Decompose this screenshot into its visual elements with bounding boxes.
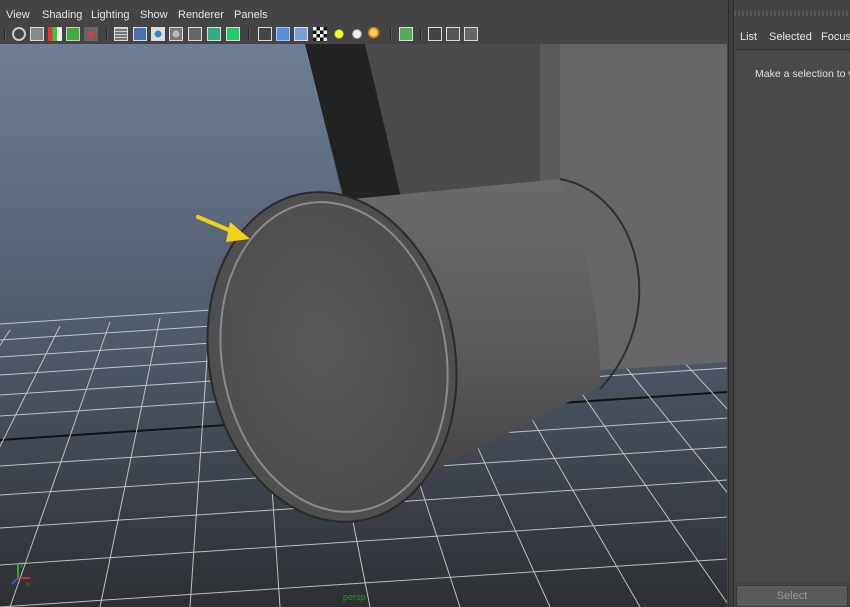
panel-toolbar (0, 25, 728, 45)
outliner-content: Make a selection to v (736, 49, 850, 582)
xray-components-icon[interactable] (464, 27, 478, 41)
xray-icon[interactable] (428, 27, 442, 41)
use-all-lights-icon[interactable] (332, 27, 346, 41)
lock-camera-icon[interactable] (30, 27, 44, 41)
axis-y-label: y (20, 561, 24, 568)
field-chart-icon[interactable] (188, 27, 202, 41)
viewport-scene (0, 44, 727, 607)
menu-renderer[interactable]: Renderer (178, 9, 224, 21)
camera-name-label: persp (343, 592, 366, 602)
wireframe-icon[interactable] (258, 27, 272, 41)
empty-selection-message: Make a selection to v (755, 68, 850, 80)
outliner-tabs: List Selected Focus (734, 28, 850, 46)
camera-attributes-icon[interactable] (48, 27, 62, 41)
textured-icon[interactable] (313, 27, 327, 41)
film-gate-icon[interactable] (133, 27, 147, 41)
tab-focus[interactable]: Focus (821, 31, 850, 43)
menu-shading[interactable]: Shading (42, 9, 82, 21)
tab-selected[interactable]: Selected (769, 31, 812, 43)
toolbar-separator (420, 28, 422, 41)
gate-mask-icon[interactable] (169, 27, 183, 41)
menu-show[interactable]: Show (140, 9, 168, 21)
menu-panels[interactable]: Panels (234, 9, 268, 21)
panel-menubar: View Shading Lighting Show Renderer Pane… (0, 7, 728, 25)
axis-gizmo: y x (11, 561, 30, 588)
wireframe-on-shaded-icon[interactable] (294, 27, 308, 41)
safe-action-icon[interactable] (207, 27, 221, 41)
image-plane-icon[interactable] (84, 27, 98, 41)
smooth-shade-icon[interactable] (276, 27, 290, 41)
perspective-viewport[interactable]: y x persp (0, 44, 727, 607)
bookmarks-icon[interactable] (66, 27, 80, 41)
select-button[interactable]: Select (736, 585, 848, 607)
tab-list[interactable]: List (740, 31, 757, 43)
axis-x-label: x (26, 581, 30, 588)
select-camera-icon[interactable] (12, 27, 26, 41)
shadows-icon[interactable] (350, 27, 364, 41)
toolbar-separator (248, 28, 250, 41)
panel-grip[interactable] (734, 10, 850, 16)
toolbar-separator (390, 28, 392, 41)
xray-joints-icon[interactable] (446, 27, 460, 41)
menu-view[interactable]: View (6, 9, 30, 21)
menu-lighting[interactable]: Lighting (91, 9, 130, 21)
outliner-panel: List Selected Focus Make a selection to … (734, 0, 850, 607)
toolbar-separator (4, 28, 6, 41)
isolate-select-icon[interactable] (399, 27, 413, 41)
grid-icon[interactable] (114, 27, 128, 41)
ambient-occlusion-icon[interactable] (368, 27, 382, 41)
toolbar-separator (106, 28, 108, 41)
safe-title-icon[interactable] (226, 27, 240, 41)
resolution-gate-icon[interactable] (151, 27, 165, 41)
viewport-panel: View Shading Lighting Show Renderer Pane… (0, 0, 728, 607)
